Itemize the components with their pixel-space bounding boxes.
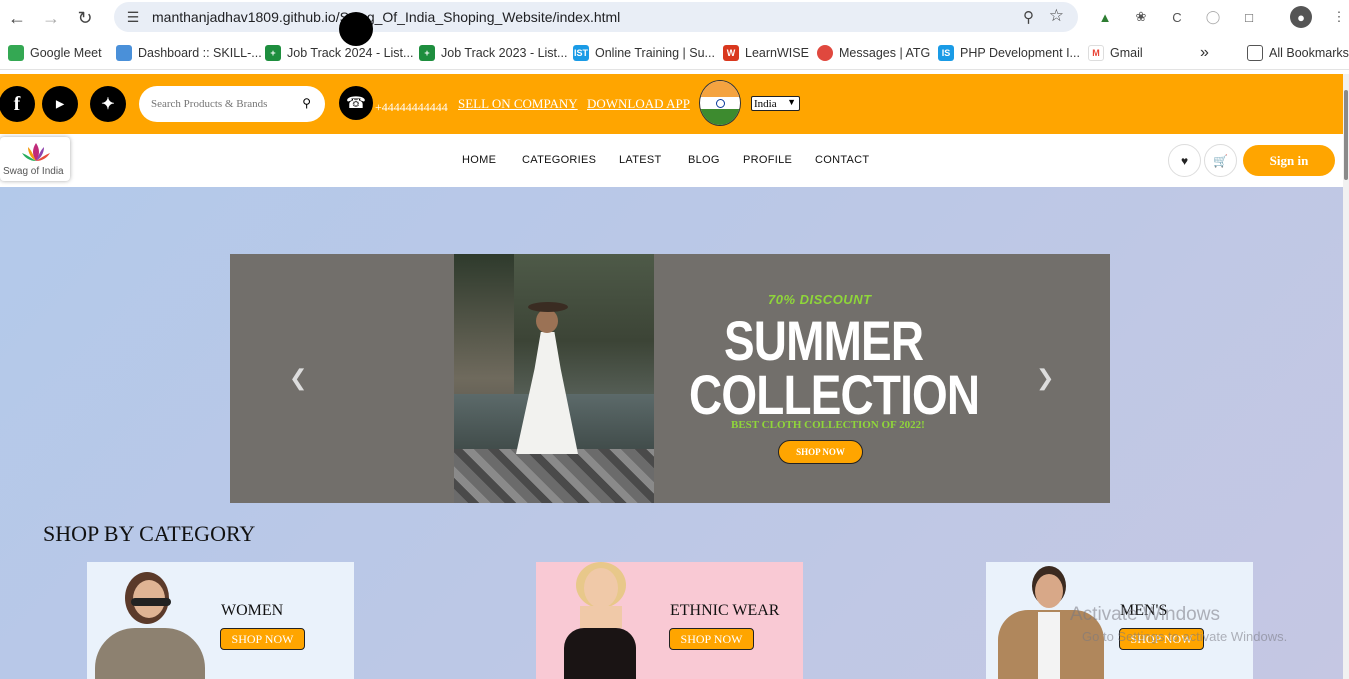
extension-bug-icon[interactable]: ❀	[1130, 6, 1152, 28]
twitter-icon[interactable]: ✦	[90, 86, 126, 122]
activate-windows-subtext: Go to Settings to activate Windows.	[1082, 629, 1288, 644]
hero-tagline: BEST CLOTH COLLECTION OF 2022!	[731, 419, 925, 431]
gmail-icon: M	[1088, 45, 1104, 61]
all-bookmarks-label: All Bookmarks	[1269, 46, 1349, 60]
bookmark-star-icon[interactable]: ☆	[1049, 6, 1064, 26]
scrollbar-thumb[interactable]	[1344, 90, 1348, 180]
search-input[interactable]	[151, 98, 291, 110]
lotus-logo-icon	[22, 143, 50, 161]
bookmark-item[interactable]: IST Online Training | Su...	[573, 44, 715, 62]
zoom-icon[interactable]: ⚲	[1023, 8, 1034, 26]
category-label: ETHNIC WEAR	[670, 602, 780, 619]
bookmark-label: Online Training | Su...	[595, 46, 715, 60]
bookmark-item[interactable]: Google Meet	[8, 44, 102, 62]
hero-shop-now-button[interactable]: SHOP NOW	[778, 440, 863, 464]
hero-title-line2: COLLECTION	[689, 363, 980, 426]
all-bookmarks[interactable]: All Bookmarks	[1247, 44, 1349, 62]
bookmark-label: Google Meet	[30, 46, 102, 60]
bookmark-label: LearnWISE	[745, 46, 809, 60]
bookmark-item[interactable]: Dashboard :: SKILL-...	[116, 44, 262, 62]
back-icon[interactable]: ←	[0, 2, 34, 34]
wishlist-heart-icon[interactable]: ♥	[1168, 144, 1201, 177]
sheets-icon: +	[419, 45, 435, 61]
folder-icon	[1247, 45, 1263, 61]
bookmark-item[interactable]: + Job Track 2024 - List...	[265, 44, 413, 62]
dashboard-icon	[116, 45, 132, 61]
address-bar[interactable]: ☰ manthanjadhav1809.github.io/Swag_Of_In…	[114, 2, 1078, 32]
extension-circle-icon[interactable]: ◯	[1202, 6, 1224, 28]
site-settings-icon[interactable]: ☰	[122, 9, 144, 26]
summer-model-image	[454, 254, 654, 503]
bookmark-item[interactable]: W LearnWISE	[723, 44, 809, 62]
cart-icon[interactable]: 🛒	[1204, 144, 1237, 177]
bookmark-label: Job Track 2023 - List...	[441, 46, 568, 60]
category-card-ethnic[interactable]: ETHNIC WEAR SHOP NOW	[536, 562, 803, 679]
is-icon: IS	[938, 45, 954, 61]
bookmark-label: Dashboard :: SKILL-...	[138, 46, 262, 60]
messages-icon	[817, 45, 833, 61]
nav-latest[interactable]: LATEST	[619, 154, 662, 166]
nav-home[interactable]: HOME	[462, 154, 496, 166]
bookmark-label: Job Track 2024 - List...	[287, 46, 414, 60]
bookmark-item[interactable]: IS PHP Development I...	[938, 44, 1080, 62]
section-title: SHOP BY CATEGORY	[43, 521, 256, 546]
bookmark-item[interactable]: + Job Track 2023 - List...	[419, 44, 567, 62]
logo-text: Swag of India	[3, 166, 64, 177]
phone-icon: ☎	[339, 86, 373, 120]
nav-blog[interactable]: BLOG	[688, 154, 720, 166]
country-value: India	[754, 97, 777, 110]
category-card-women[interactable]: WOMEN SHOP NOW	[87, 562, 354, 679]
site-logo[interactable]: Swag of India	[0, 137, 70, 181]
ist-icon: IST	[573, 45, 589, 61]
discount-text: 70% DISCOUNT	[768, 292, 872, 307]
sign-in-button[interactable]: Sign in	[1243, 145, 1335, 176]
ethnic-model-image	[546, 562, 656, 679]
nav-categories[interactable]: CATEGORIES	[522, 154, 596, 166]
bookmark-label: Gmail	[1110, 46, 1143, 60]
sell-on-company-link[interactable]: SELL ON COMPANY	[458, 96, 578, 112]
shop-now-button[interactable]: SHOP NOW	[220, 628, 305, 650]
extensions-puzzle-icon[interactable]: □	[1238, 6, 1260, 28]
bookmark-label: Messages | ATG	[839, 46, 931, 60]
sheets-icon: +	[265, 45, 281, 61]
bookmark-item[interactable]: Messages | ATG	[817, 44, 930, 62]
learnwise-icon: W	[723, 45, 739, 61]
youtube-icon[interactable]: ▶	[42, 86, 78, 122]
search-icon[interactable]: ⚲	[302, 96, 311, 110]
site-navbar: Swag of India HOME CATEGORIES LATEST BLO…	[0, 134, 1343, 187]
google-meet-icon	[8, 45, 24, 61]
reload-icon[interactable]: ↻	[68, 2, 102, 34]
carousel-next-icon[interactable]: ❯	[1036, 366, 1054, 391]
download-app-link[interactable]: DOWNLOAD APP	[587, 96, 690, 112]
hero-carousel: ❮ ❯ 70% DISCOUNT SUMMER COLLECTION BEST …	[230, 254, 1110, 503]
extension-html-icon[interactable]: ▲	[1094, 6, 1116, 28]
india-flag-icon	[699, 80, 741, 126]
facebook-icon[interactable]: f	[0, 86, 35, 122]
shop-now-button[interactable]: SHOP NOW	[669, 628, 754, 650]
product-search[interactable]: ⚲	[139, 86, 325, 122]
url-text[interactable]: manthanjadhav1809.github.io/Swag_Of_Indi…	[152, 9, 620, 25]
forward-icon[interactable]: →	[34, 2, 68, 34]
women-model-image	[95, 572, 205, 679]
browser-menu-icon[interactable]: ⋮	[1328, 6, 1349, 28]
profile-avatar-icon[interactable]: ●	[1290, 6, 1312, 28]
activate-windows-watermark: Activate Windows	[1070, 604, 1220, 625]
extension-c-icon[interactable]: C	[1166, 6, 1188, 28]
chevron-down-icon: ▼	[787, 97, 796, 107]
nav-profile[interactable]: PROFILE	[743, 154, 792, 166]
phone-number: +44444444444	[375, 100, 448, 114]
bookmarks-bar: Google Meet Dashboard :: SKILL-... + Job …	[0, 36, 1349, 70]
nav-contact[interactable]: CONTACT	[815, 154, 869, 166]
bookmark-label: PHP Development I...	[960, 46, 1080, 60]
more-bookmarks-icon[interactable]: »	[1200, 44, 1209, 62]
carousel-prev-icon[interactable]: ❮	[289, 366, 307, 391]
bookmark-item[interactable]: M Gmail	[1088, 44, 1143, 62]
country-select[interactable]: India ▼	[751, 96, 800, 111]
page-scrollbar[interactable]	[1343, 74, 1349, 679]
category-label: WOMEN	[221, 602, 284, 619]
